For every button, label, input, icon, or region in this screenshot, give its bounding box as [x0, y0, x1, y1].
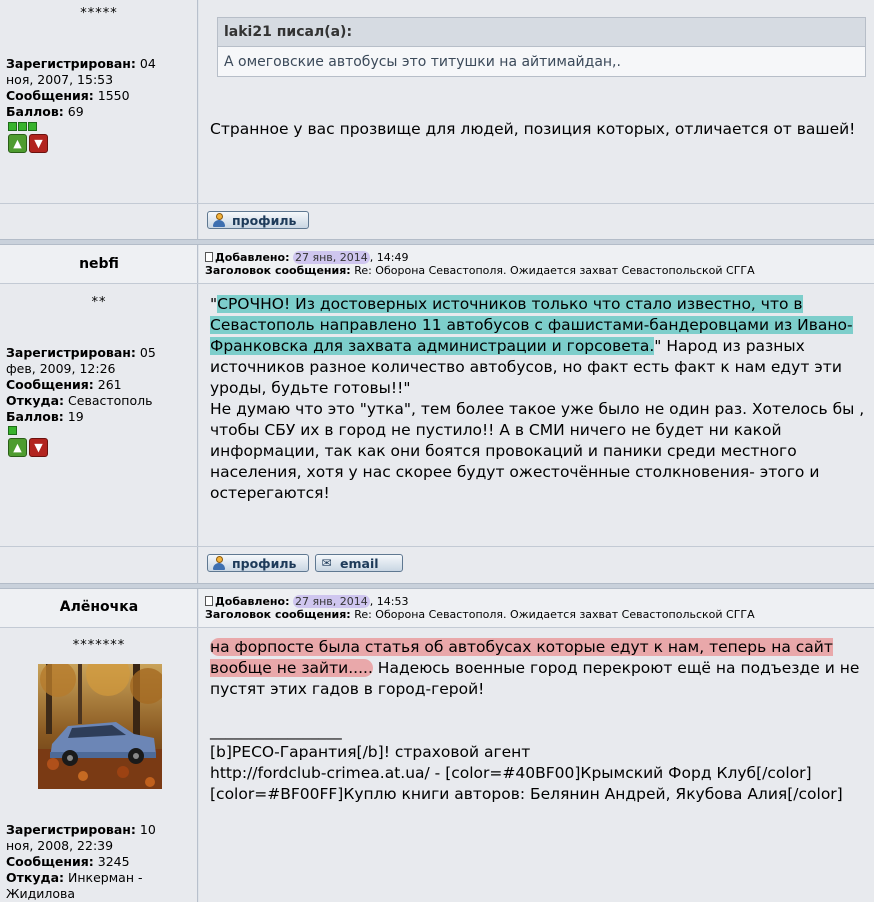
points-value: 19 [67, 409, 84, 424]
added-label: Добавлено: [215, 595, 290, 608]
post3-username[interactable]: Алёночка [0, 599, 198, 615]
post-date: 27 янв, 2014 [293, 251, 370, 264]
post2-user-info: Зарегистрирован: 05 фев, 2009, 12:26 Соо… [6, 345, 194, 425]
profile-button-label: профиль [232, 555, 297, 571]
vote-buttons: ▲ ▼ [8, 438, 48, 457]
messages-label: Сообщения: [6, 854, 94, 869]
post3-text: на форпосте была статья об автобусах кот… [210, 637, 870, 700]
profile-button[interactable]: профиль [207, 211, 309, 229]
registered-value-cont: фев, 2009, 12:26 [6, 361, 116, 376]
from-label: Откуда: [6, 870, 65, 885]
messages-value: 3245 [97, 854, 130, 869]
avatar [38, 664, 162, 789]
post-time: , 14:53 [369, 595, 409, 608]
registered-value: 10 [139, 822, 156, 837]
post2-paragraph-2: Не думаю что это "утка", тем более такое… [210, 400, 865, 502]
quote-text: А омеговские автобусы это титушки на айт… [224, 54, 621, 70]
post-subject: Re: Оборона Севастополя. Ожидается захва… [354, 608, 755, 621]
from-value: Севастополь [68, 393, 153, 408]
post1-text: Странное у вас прозвище для людей, позиц… [210, 120, 856, 138]
post2-meta: Добавлено: 27 янв, 2014, 14:49 Заголовок… [205, 251, 755, 277]
signature-line-2: http://fordclub-crimea.at.ua/ - [color=#… [210, 764, 812, 782]
signature-line-3: [color=#BF00FF]Куплю книги авторов: Беля… [210, 785, 843, 803]
registered-label: Зарегистрирован: [6, 56, 136, 71]
envelope-icon: ✉ [321, 556, 332, 570]
post-icon[interactable] [205, 252, 213, 262]
thumbs-down-icon[interactable]: ▼ [29, 134, 48, 153]
registered-value-cont: ноя, 2008, 22:39 [6, 838, 114, 853]
post-time: , 14:49 [369, 251, 409, 264]
messages-label: Сообщения: [6, 377, 94, 392]
quote-block: laki21 писал(а): А омеговские автобусы э… [217, 17, 866, 77]
rank-squares [8, 122, 37, 131]
messages-value: 1550 [97, 88, 130, 103]
user-rank-stars: ** [91, 295, 107, 310]
post2-footer-left [0, 547, 198, 583]
email-button[interactable]: ✉ email [315, 554, 403, 572]
signature-line-1: [b]РЕСО-Гарантия[/b]! страховой агент [210, 743, 531, 761]
profile-button[interactable]: профиль [207, 554, 309, 572]
registered-value-cont: ноя, 2007, 15:53 [6, 72, 114, 87]
thumbs-up-icon[interactable]: ▲ [8, 438, 27, 457]
avatar-car-image [38, 664, 162, 789]
vote-buttons: ▲ ▼ [8, 134, 48, 153]
post3-user-info: Зарегистрирован: 10 ноя, 2008, 22:39 Соо… [6, 822, 194, 902]
registered-label: Зарегистрирован: [6, 345, 136, 360]
user-rank-stars: ******* [72, 638, 126, 653]
post3-meta: Добавлено: 27 янв, 2014, 14:53 Заголовок… [205, 595, 755, 621]
post2-text: "СРОЧНО! Из достоверных источников тольк… [210, 294, 870, 504]
subject-label: Заголовок сообщения: [205, 608, 351, 621]
points-label: Баллов: [6, 409, 64, 424]
added-label: Добавлено: [215, 251, 290, 264]
post1-user-info: Зарегистрирован: 04 ноя, 2007, 15:53 Соо… [6, 56, 194, 120]
rank-squares [8, 426, 17, 435]
registered-value: 04 [139, 56, 156, 71]
registered-value: 05 [139, 345, 156, 360]
messages-label: Сообщения: [6, 88, 94, 103]
email-button-label: email [340, 555, 379, 571]
post-subject: Re: Оборона Севастополя. Ожидается захва… [354, 264, 755, 277]
registered-label: Зарегистрирован: [6, 822, 136, 837]
forum-thread: ***** Зарегистрирован: 04 ноя, 2007, 15:… [0, 0, 874, 902]
profile-button-label: профиль [232, 212, 297, 228]
thumbs-down-icon[interactable]: ▼ [29, 438, 48, 457]
quote-author: laki21 писал(а): [218, 18, 865, 47]
post-icon[interactable] [205, 596, 213, 606]
user-rank-stars: ***** [80, 6, 118, 21]
subject-label: Заголовок сообщения: [205, 264, 351, 277]
signature: _________________ [b]РЕСО-Гарантия[/b]! … [210, 721, 870, 805]
points-value: 69 [67, 104, 84, 119]
from-value-cont: Жидилова [6, 886, 76, 901]
from-value: Инкерман - [68, 870, 143, 885]
points-label: Баллов: [6, 104, 64, 119]
profile-icon [211, 556, 226, 571]
messages-value: 261 [97, 377, 122, 392]
post2-username[interactable]: nebfi [0, 256, 198, 272]
thumbs-up-icon[interactable]: ▲ [8, 134, 27, 153]
signature-divider: _________________ [210, 722, 342, 740]
post1-footer-left [0, 204, 198, 239]
post-date: 27 янв, 2014 [293, 595, 370, 608]
from-label: Откуда: [6, 393, 65, 408]
profile-icon [211, 213, 226, 228]
